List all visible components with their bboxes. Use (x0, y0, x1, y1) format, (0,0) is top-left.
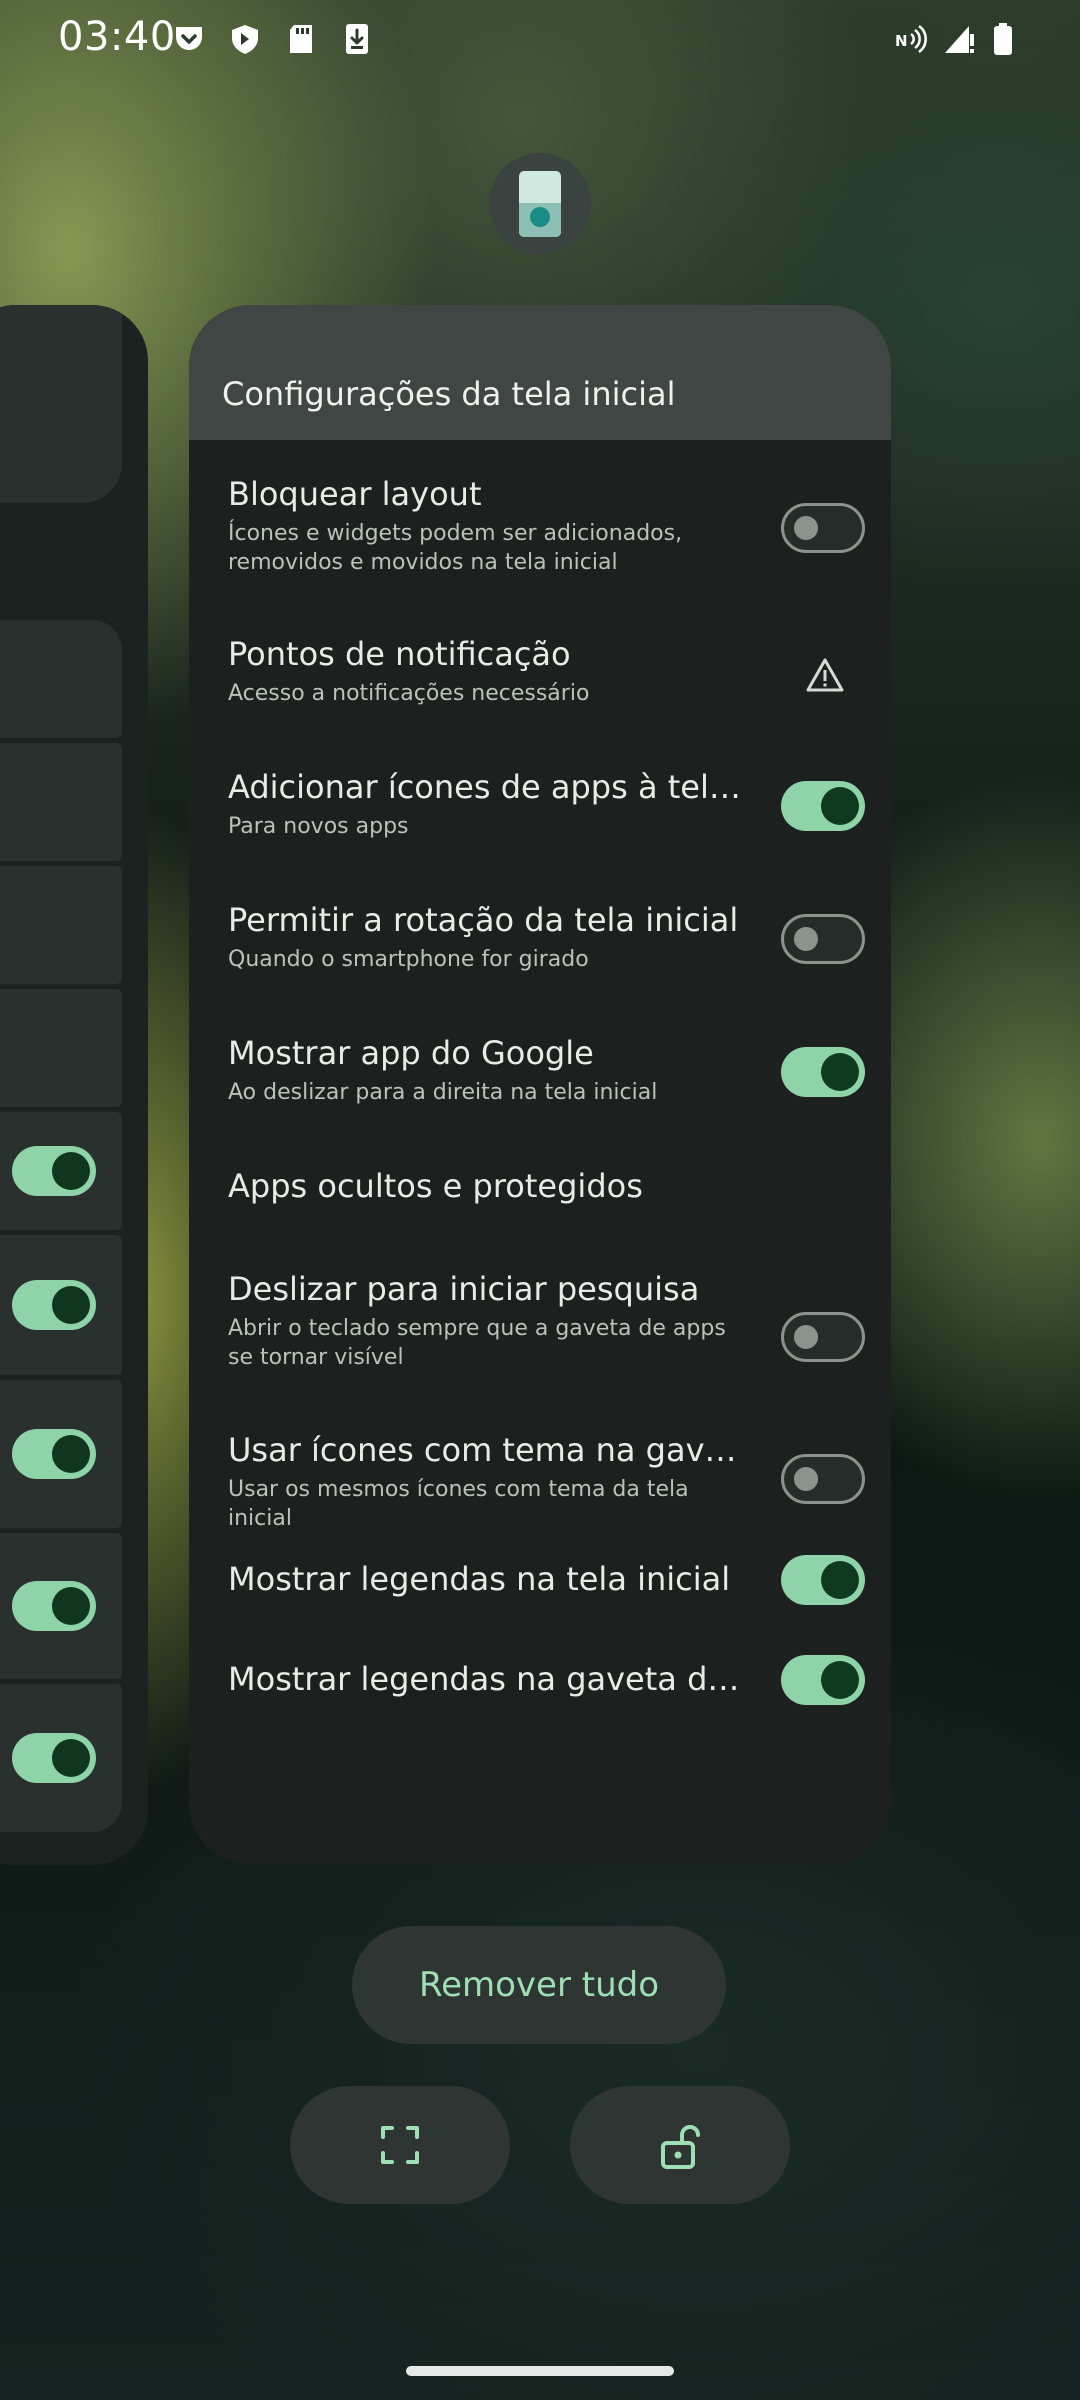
recent-app-card-left[interactable] (0, 305, 148, 1865)
remove-all-button[interactable]: Remover tudo (352, 1926, 726, 2044)
setting-title: Bloquear layout (228, 475, 482, 513)
left-card-section (0, 1380, 122, 1528)
setting-home-labels[interactable]: Mostrar legendas na tela inicial (189, 1550, 891, 1630)
setting-title: Apps ocultos e protegidos (228, 1167, 643, 1205)
setting-subtitle: Abrir o teclado sempre que a gaveta de a… (228, 1316, 726, 1370)
warning-icon (805, 655, 845, 695)
left-card-section (0, 743, 122, 861)
signal-icon (942, 22, 976, 56)
setting-allow-rotation[interactable]: Permitir a rotação da tela inicial Quand… (189, 891, 891, 1001)
setting-title: Pontos de notificação (228, 635, 571, 673)
show-google-app-toggle[interactable] (781, 1047, 865, 1097)
left-card-toggle (12, 1733, 96, 1783)
setting-title: Mostrar app do Google (228, 1034, 594, 1072)
sd-card-icon (284, 22, 318, 56)
download-icon (340, 22, 374, 56)
setting-add-app-icons[interactable]: Adicionar ícones de apps à tela inicial … (189, 758, 891, 868)
unlock-icon (661, 2125, 700, 2169)
left-card-section (0, 989, 122, 1107)
card-header: Configurações da tela inicial (189, 305, 891, 440)
swipe-search-toggle[interactable] (781, 1312, 865, 1362)
svg-text:N: N (895, 32, 908, 50)
setting-title: Mostrar legendas na gaveta de apps (228, 1660, 753, 1698)
left-card-section (0, 1112, 122, 1230)
home-settings-card[interactable]: Configurações da tela inicial Bloquear l… (189, 305, 891, 1865)
setting-title: Mostrar legendas na tela inicial (228, 1560, 731, 1598)
left-card-toggle (12, 1429, 96, 1479)
left-card-section (0, 1684, 122, 1832)
left-card-section (0, 1235, 122, 1375)
drawer-labels-toggle[interactable] (781, 1655, 865, 1705)
setting-subtitle: Para novos apps (228, 814, 409, 839)
setting-swipe-search[interactable]: Deslizar para iniciar pesquisa Abrir o t… (189, 1260, 891, 1410)
allow-rotation-toggle[interactable] (781, 914, 865, 964)
setting-drawer-labels[interactable]: Mostrar legendas na gaveta de apps (189, 1650, 891, 1730)
setting-subtitle: Acesso a notificações necessário (228, 681, 590, 706)
setting-themed-icons[interactable]: Usar ícones com tema na gaveta Usar os m… (189, 1421, 891, 1531)
left-card-section (0, 305, 122, 503)
setting-title: Deslizar para iniciar pesquisa (228, 1270, 700, 1308)
home-indicator[interactable] (406, 2366, 674, 2376)
settings-app-icon (519, 171, 561, 237)
shield-icon (228, 22, 262, 56)
left-card-section (0, 1533, 122, 1679)
left-card-toggle (12, 1581, 96, 1631)
setting-hidden-apps[interactable]: Apps ocultos e protegidos (189, 1157, 891, 1237)
setting-title: Adicionar ícones de apps à tela inicial (228, 768, 753, 806)
setting-subtitle: Quando o smartphone for girado (228, 947, 589, 972)
nfc-icon: N (894, 22, 928, 56)
left-card-toggle (12, 1146, 96, 1196)
setting-subtitle: Ao deslizar para a direita na tela inici… (228, 1080, 658, 1105)
screenshot-button[interactable] (290, 2086, 510, 2204)
lock-layout-toggle[interactable] (781, 503, 865, 553)
clock: 03:40 (58, 14, 176, 60)
status-bar: 03:40 N (0, 0, 1080, 80)
unlock-button[interactable] (570, 2086, 790, 2204)
setting-title: Permitir a rotação da tela inicial (228, 901, 739, 939)
setting-subtitle: Usar os mesmos ícones com tema da tela i… (228, 1477, 689, 1531)
themed-icons-toggle[interactable] (781, 1454, 865, 1504)
add-app-icons-toggle[interactable] (781, 781, 865, 831)
app-icon[interactable] (489, 153, 591, 255)
pocket-icon (172, 22, 206, 56)
setting-title: Usar ícones com tema na gaveta (228, 1431, 753, 1469)
setting-show-google-app[interactable]: Mostrar app do Google Ao deslizar para a… (189, 1024, 891, 1134)
setting-lock-layout[interactable]: Bloquear layout Ícones e widgets podem s… (189, 465, 891, 615)
home-labels-toggle[interactable] (781, 1555, 865, 1605)
card-title: Configurações da tela inicial (222, 375, 676, 413)
battery-icon (986, 22, 1020, 56)
setting-subtitle: Ícones e widgets podem ser adicionados, … (228, 521, 683, 575)
left-card-section (0, 866, 122, 984)
screenshot-icon (381, 2126, 419, 2164)
left-card-section (0, 620, 122, 738)
setting-notification-dots[interactable]: Pontos de notificação Acesso a notificaç… (189, 625, 891, 735)
left-card-toggle (12, 1280, 96, 1330)
